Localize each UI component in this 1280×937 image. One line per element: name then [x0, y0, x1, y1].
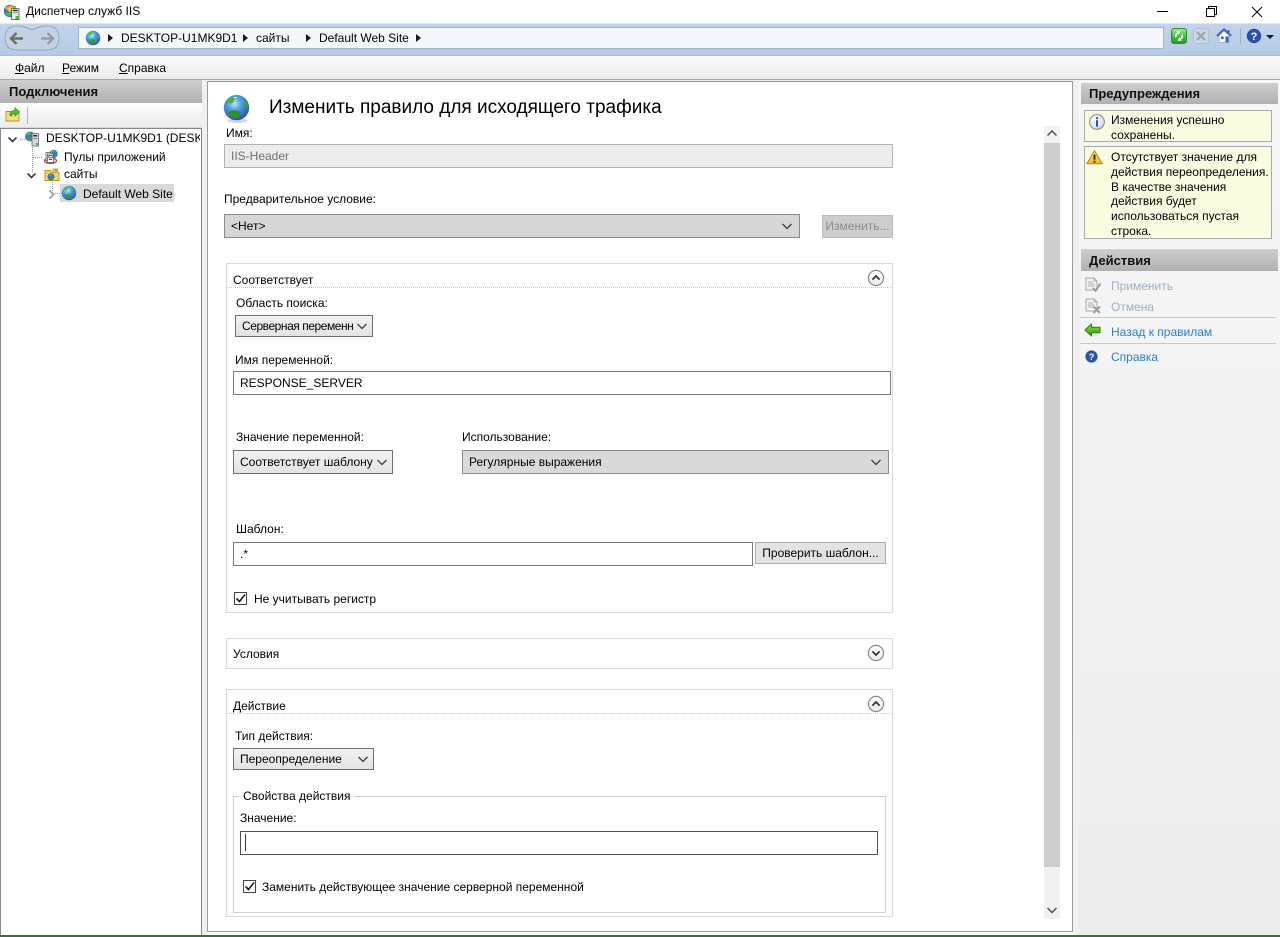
svg-text:?: ? — [1089, 352, 1095, 362]
svg-text:?: ? — [1251, 31, 1258, 43]
